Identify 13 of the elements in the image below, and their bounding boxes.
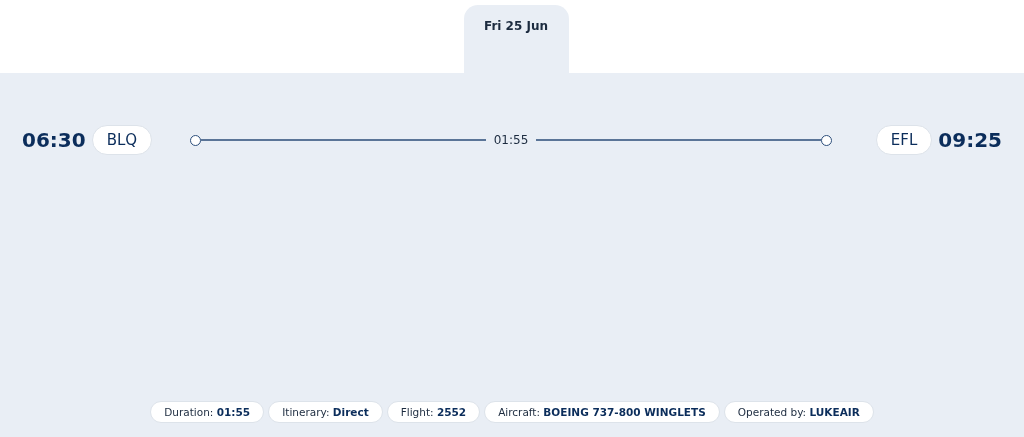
detail-chip: Duration: 01:55 <box>150 401 265 423</box>
detail-chip: Itinerary: Direct <box>268 401 383 423</box>
detail-chip: Flight: 2552 <box>386 401 481 423</box>
detail-chip: Operated by: LUKEAIR <box>723 401 874 423</box>
endpoint-icon <box>190 134 202 146</box>
arrival-time: 09:25 <box>938 128 1002 152</box>
departure-time: 06:30 <box>22 128 86 152</box>
date-tab[interactable]: Fri 25 Jun <box>463 5 569 73</box>
airport-code: BLQ <box>91 125 153 155</box>
detail-chip: Aircraft: BOEING 737-800 WINGLETS <box>484 401 720 423</box>
endpoint-icon <box>820 134 832 146</box>
flight-duration: 01:55 <box>493 133 529 147</box>
airport-code: EFL <box>875 125 933 155</box>
